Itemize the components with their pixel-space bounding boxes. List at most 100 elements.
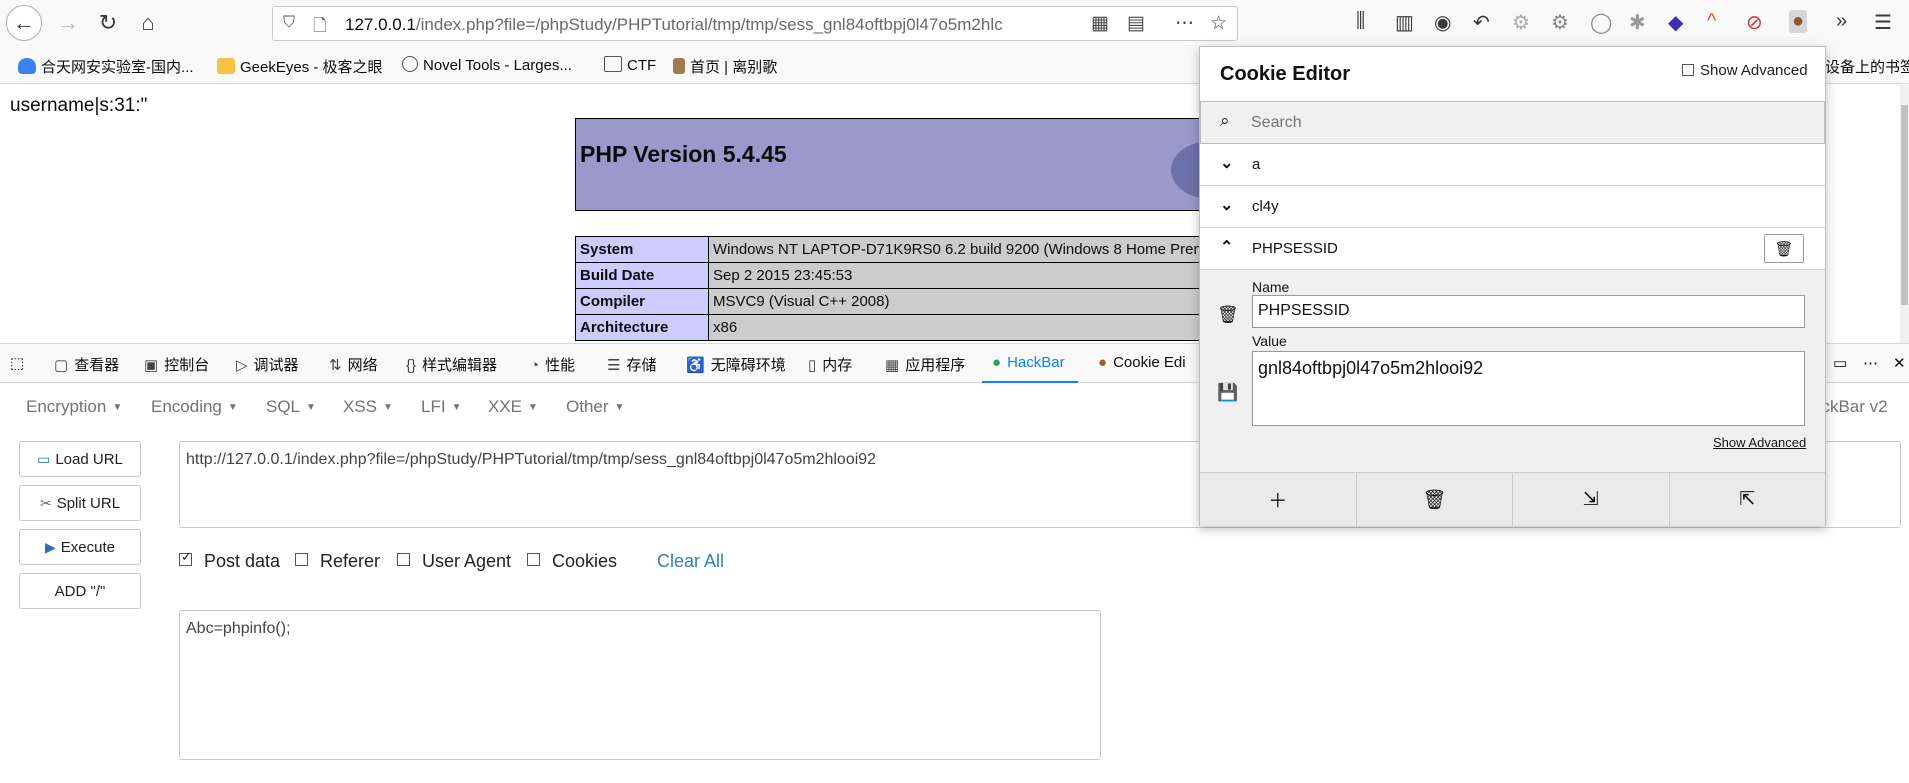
execute-button[interactable]: ▶ Execute (19, 529, 141, 565)
cookie-search-bar: ⌕ (1200, 101, 1825, 144)
forward-button[interactable]: → (50, 5, 86, 41)
arrow-left-icon: ← (13, 10, 35, 35)
circle-icon[interactable]: ◯ (1590, 10, 1612, 35)
responsive-design-icon[interactable]: ▭ (1833, 354, 1847, 372)
cookie-editor-title: Cookie Editor (1220, 63, 1351, 85)
tab-cookie-editor[interactable]: ● Cookie Edi (1098, 354, 1186, 371)
post-data-checkbox[interactable]: Post data (179, 549, 280, 572)
tab-application[interactable]: ▦ 应用程序 (885, 354, 965, 375)
post-data-textarea[interactable]: Abc=phpinfo(); (179, 610, 1101, 760)
load-url-button[interactable]: ▭ Load URL (19, 441, 141, 477)
save-icon[interactable]: 💾 (1217, 383, 1238, 403)
checkbox[interactable] (295, 553, 308, 566)
tab-memory[interactable]: ▯ 内存 (808, 354, 852, 375)
export-button[interactable]: ⇱ (1669, 473, 1825, 526)
clear-all-link[interactable]: Clear All (657, 551, 724, 572)
trash-icon[interactable]: 🗑 (1217, 305, 1239, 325)
table-row: Compiler MSVC9 (Visual C++ 2008) (575, 288, 1215, 315)
caret-up-icon[interactable]: ^ (1707, 10, 1716, 33)
tab-accessibility[interactable]: ♿ 无障碍环境 (686, 354, 786, 375)
split-url-button[interactable]: ✂ Split URL (19, 485, 141, 521)
trash-icon: 🗑 (1774, 240, 1794, 258)
tab-storage[interactable]: ☰ 存储 (607, 354, 656, 375)
menu-lfi[interactable]: LFI ▼ (421, 397, 461, 417)
extension-gear-icon[interactable]: ⚙ (1512, 10, 1530, 35)
menu-encoding[interactable]: Encoding ▼ (151, 397, 238, 417)
sidebar-icon[interactable]: ▥ (1395, 10, 1414, 35)
show-advanced-link[interactable]: Show Advanced (1713, 435, 1806, 450)
trash-icon: 🗑 (1422, 489, 1447, 511)
menu-encryption[interactable]: Encryption ▼ (26, 397, 122, 417)
bookmark-star-icon[interactable]: ☆ (1210, 12, 1227, 35)
more-actions-icon[interactable]: ⋯ (1175, 12, 1194, 35)
caret-down-icon: ▼ (383, 402, 393, 413)
table-row: Architecture x86 (575, 314, 1215, 341)
cookie-icon: ● (1098, 354, 1108, 371)
page-scrollbar-thumb[interactable] (1901, 105, 1908, 305)
url-text[interactable]: 127.0.0.1/index.php?file=/phpStudy/PHPTu… (345, 15, 1085, 35)
bookmark-item[interactable]: GeekEyes - 极客之眼 (217, 56, 383, 77)
reload-button[interactable]: ↻ (90, 5, 126, 41)
account-icon[interactable]: ◉ (1434, 10, 1451, 35)
tab-console[interactable]: ▣ 控制台 (144, 354, 209, 375)
chevron-down-icon[interactable]: ⌄ (1220, 195, 1233, 215)
qr-code-icon[interactable]: ▦ (1091, 12, 1109, 35)
show-advanced-toggle[interactable]: Show Advanced (1682, 62, 1808, 79)
cookies-checkbox[interactable]: Cookies (527, 551, 617, 572)
page-info-icon[interactable]: 🗋 (313, 13, 327, 42)
bookmark-folder[interactable]: CTF (604, 56, 656, 74)
cookie-editor-icon[interactable]: ● (1789, 10, 1808, 33)
cookie-value-field[interactable]: gnl84oftbpj0l47o5m2hlooi92 (1252, 351, 1805, 426)
delete-all-button[interactable]: 🗑 (1356, 473, 1513, 526)
url-bar[interactable]: ⛉ 🗋 127.0.0.1/index.php?file=/phpStudy/P… (272, 6, 1238, 41)
checkbox-checked[interactable] (179, 549, 192, 566)
chevron-down-icon[interactable]: ⌄ (1220, 153, 1233, 173)
menu-sql[interactable]: SQL ▼ (266, 397, 316, 417)
shield-icon[interactable]: ⛉ (283, 14, 295, 32)
bookmark-item[interactable]: 首页 | 离别歌 (673, 56, 777, 77)
cookie-row-cl4y[interactable]: ⌄ cl4y (1200, 186, 1825, 228)
settings-gear-icon[interactable]: ⚙ (1551, 10, 1569, 35)
menu-other[interactable]: Other ▼ (566, 397, 624, 417)
import-button[interactable]: ⇲ (1513, 473, 1670, 526)
bookmark-item[interactable]: Novel Tools - Larges... (402, 56, 572, 74)
tab-hackbar[interactable]: ● HackBar (992, 354, 1065, 371)
menu-xxe[interactable]: XXE ▼ (488, 397, 538, 417)
cookie-search-input[interactable] (1251, 110, 1771, 136)
menu-xss[interactable]: XSS ▼ (343, 397, 393, 417)
reader-view-icon[interactable]: ▤ (1127, 12, 1145, 35)
tab-network[interactable]: ⇅ 网络 (329, 354, 378, 375)
cookie-row-a[interactable]: ⌄ a (1200, 144, 1825, 186)
home-button[interactable]: ⌂ (130, 5, 166, 41)
checkbox[interactable] (1682, 64, 1694, 76)
undo-icon[interactable]: ↶ (1473, 10, 1490, 35)
menu-icon[interactable]: ☰ (1874, 10, 1892, 35)
back-button[interactable]: ← (6, 5, 42, 41)
devtools-close-icon[interactable]: ✕ (1893, 354, 1906, 372)
checkbox[interactable] (527, 553, 540, 566)
add-slash-button[interactable]: ADD "/" (19, 573, 141, 609)
tab-performance[interactable]: ◔ 性能 (530, 354, 575, 375)
tab-debugger[interactable]: ▷ 调试器 (236, 354, 299, 375)
library-icon[interactable]: ⫼ (1356, 10, 1365, 33)
cube-icon[interactable]: ◆ (1668, 10, 1683, 35)
bookmark-item[interactable]: 合天网安实验室-国内... (18, 56, 194, 77)
memory-icon: ▯ (808, 357, 817, 374)
cookie-name-field[interactable]: PHPSESSID (1252, 295, 1805, 328)
delete-cookie-button[interactable]: 🗑 (1764, 234, 1804, 263)
puzzle-icon[interactable]: ✱ (1629, 10, 1646, 35)
checkbox[interactable] (397, 553, 410, 566)
element-picker-icon[interactable]: ⬚ (10, 354, 24, 372)
user-agent-checkbox[interactable]: User Agent (397, 551, 511, 572)
referer-checkbox[interactable]: Referer (295, 551, 380, 572)
chevron-up-icon[interactable]: ⌃ (1220, 237, 1233, 257)
tab-inspector[interactable]: ▢ 查看器 (54, 354, 119, 375)
overflow-chevron-icon[interactable]: » (1836, 10, 1847, 33)
cookie-row-phpsessid[interactable]: ⌃ PHPSESSID 🗑 (1200, 228, 1825, 270)
devtools-more-icon[interactable]: ⋯ (1863, 354, 1878, 372)
blocked-icon[interactable]: ⊘ (1746, 10, 1763, 35)
hackbar-icon: ● (992, 354, 1002, 371)
tab-style-editor[interactable]: {} 样式编辑器 (406, 354, 497, 375)
other-bookmarks[interactable]: 设备上的书签 (1825, 56, 1909, 77)
add-cookie-button[interactable]: ＋ (1200, 473, 1357, 526)
